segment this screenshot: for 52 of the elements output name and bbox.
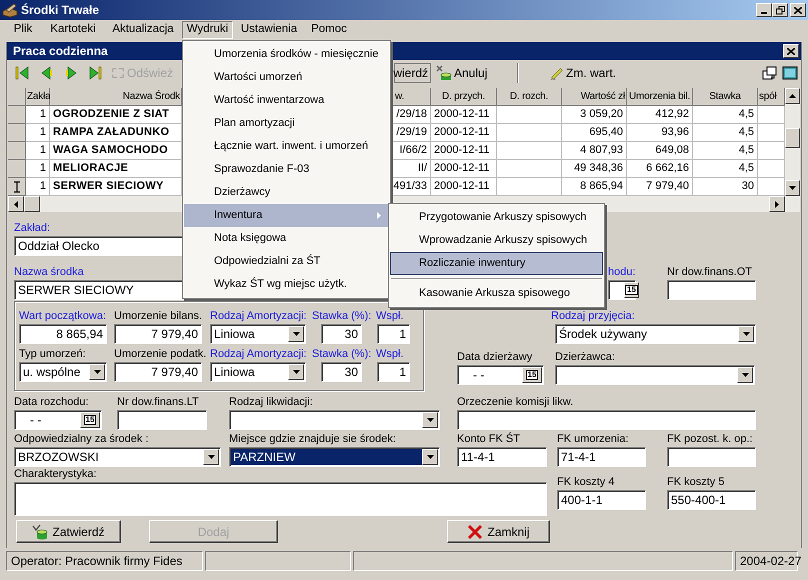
field-label: Nr dow.finans.OT: [667, 265, 752, 279]
table-cell: 649,08: [627, 142, 693, 160]
field-label: Umorzenie bilans.: [114, 309, 202, 323]
field-label: Wart początkowa:: [19, 309, 106, 323]
table-cell: 1: [26, 142, 50, 160]
field-label: FK koszty 4: [557, 475, 614, 489]
field-label: Rodzaj likwidacji:: [229, 395, 313, 409]
table-cell: 4,5: [693, 106, 758, 124]
table-cell: 2000-12-11: [431, 124, 497, 142]
table-cell: 4 807,93: [562, 142, 627, 160]
table-cell: 2000-12-11: [431, 142, 497, 160]
field-label: Wspł.: [376, 347, 404, 361]
child-window-title: Praca codzienna: [13, 43, 108, 60]
field-label: Miejsce gdzie znajduje sie środek:: [229, 432, 396, 446]
table-cell: 4,5: [693, 124, 758, 142]
field-label: Konto FK ŚT: [457, 432, 520, 446]
table-cell: 1: [26, 106, 50, 124]
window-title: Środki Trwałe: [21, 2, 100, 19]
table-cell: 695,40: [562, 124, 627, 142]
field-label: Data dzierżawy: [457, 350, 532, 364]
field-label: Data rozchodu:: [14, 395, 89, 409]
field-label: Umorzenie podatk.: [114, 347, 206, 361]
field-label: Nr dow.finans.LT: [117, 395, 199, 409]
field-label: Odpowiedzialny za środek :: [14, 432, 149, 446]
field-label: Rodzaj Amortyzacji:: [210, 347, 307, 361]
field-label: Stawka (%):: [312, 347, 372, 361]
field-label: FK pozost. k. op.:: [667, 432, 753, 446]
table-cell: 412,92: [627, 106, 693, 124]
field-label: Typ umorzeń:: [19, 347, 86, 361]
table-cell: 3 059,20: [562, 106, 627, 124]
field-label: Nazwa środka: [14, 265, 84, 279]
table-cell: 2000-12-11: [431, 160, 497, 178]
table-cell: 49 348,36: [562, 160, 627, 178]
field-label: Wspł.: [376, 309, 404, 323]
field-label: Zakład:: [14, 221, 50, 235]
table-cell: 1: [26, 160, 50, 178]
field-label: Dzierżawca:: [555, 350, 615, 364]
field-label: Orzeczenie komisji likw.: [457, 395, 574, 409]
field-label: hodu:: [608, 265, 636, 279]
field-label: FK koszty 5: [667, 475, 724, 489]
field-label: Rodzaj Amortyzacji:: [210, 309, 307, 323]
table-cell: 4,5: [693, 160, 758, 178]
table-cell: 1: [26, 124, 50, 142]
table-cell: 4,5: [693, 142, 758, 160]
field-label: Charakterystyka:: [14, 467, 97, 481]
field-label: Rodzaj przyjęcia:: [551, 309, 635, 323]
field-label: Stawka (%):: [312, 309, 372, 323]
status-panel: Operator: Pracownik firmy Fides: [6, 551, 203, 571]
table-cell: 6 662,16: [627, 160, 693, 178]
field-label: FK umorzenia:: [557, 432, 629, 446]
table-cell: 2000-12-11: [431, 106, 497, 124]
table-cell: 93,96: [627, 124, 693, 142]
